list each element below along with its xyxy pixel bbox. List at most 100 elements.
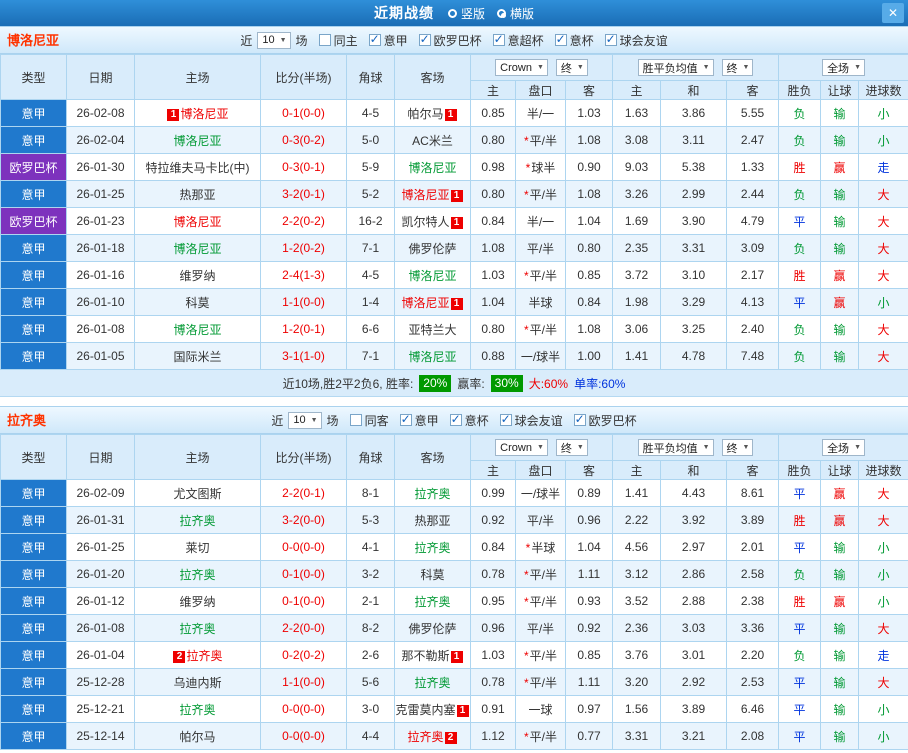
checkbox-icon bbox=[368, 33, 381, 46]
close-button[interactable]: ✕ bbox=[882, 3, 904, 23]
col-header-away: 客场 bbox=[394, 434, 471, 480]
filter-checkbox-欧罗巴杯[interactable]: 欧罗巴杯 bbox=[418, 32, 482, 49]
col-header-score: 比分(半场) bbox=[260, 54, 347, 100]
chevron-down-icon: ▼ bbox=[742, 64, 750, 71]
cell-date: 26-02-04 bbox=[66, 126, 135, 154]
cell-home-team: 热那亚 bbox=[134, 180, 261, 208]
filter-checkbox-意超杯[interactable]: 意超杯 bbox=[492, 32, 544, 49]
cell-league: 意甲 bbox=[0, 315, 67, 343]
table-row: 意甲 26-02-08 1 博洛尼亚 0-1(0-0) 4-5 帕尔马 1 0.85 半/一 1.0… bbox=[0, 99, 908, 127]
radio-horizontal-view[interactable]: 横版 bbox=[497, 5, 534, 22]
cell-avg-draw: 3.01 bbox=[660, 641, 728, 669]
filter-checkbox-球会友谊[interactable]: 球会友谊 bbox=[604, 32, 668, 49]
avg-odds-select[interactable]: 胜平负均值 ▼ bbox=[637, 59, 714, 76]
red-card-badge: 2 bbox=[444, 731, 457, 744]
cell-avg-draw: 2.97 bbox=[660, 533, 728, 561]
cell-ah-away: 1.11 bbox=[564, 668, 614, 696]
final-odds-select[interactable]: 终 ▼ bbox=[555, 439, 588, 456]
cell-away-team: 克雷莫内塞 1 bbox=[394, 695, 471, 723]
bookmaker-select[interactable]: Crown ▼ bbox=[495, 59, 548, 76]
cell-avg-home: 2.36 bbox=[612, 614, 662, 642]
cell-date: 26-01-30 bbox=[66, 153, 135, 181]
team-name: 佛罗伦萨 bbox=[408, 241, 457, 256]
cell-avg-draw: 3.86 bbox=[660, 99, 728, 127]
view-toggle: 竖版 横版 bbox=[447, 5, 534, 22]
cell-date: 26-01-20 bbox=[66, 560, 135, 588]
checkbox-icon bbox=[499, 413, 512, 426]
table-row: 意甲 25-12-28 乌迪内斯 1-1(0-0) 5-6 拉齐奥 0.78 *平/半 1.11… bbox=[0, 668, 908, 696]
cell-away-team: 博洛尼亚 bbox=[394, 153, 471, 181]
scope-select[interactable]: 全场 ▼ bbox=[822, 439, 865, 456]
table-row: 意甲 26-01-16 维罗纳 2-4(1-3) 4-5 博洛尼亚 1.03 *平/半 0.85… bbox=[0, 261, 908, 289]
filter-label: 意甲 bbox=[383, 33, 408, 48]
cell-corner: 4-1 bbox=[346, 533, 395, 561]
cell-corner: 16-2 bbox=[346, 207, 395, 235]
final-odds-select[interactable]: 终 ▼ bbox=[555, 59, 588, 76]
cell-league: 意甲 bbox=[0, 587, 67, 615]
avg-odds-select[interactable]: 胜平负均值 ▼ bbox=[637, 439, 714, 456]
filter-checkbox-意杯[interactable]: 意杯 bbox=[449, 412, 489, 429]
cell-handicap-result: 输 bbox=[820, 695, 860, 723]
cell-ah-away: 1.00 bbox=[564, 342, 614, 370]
team-name: 科莫 bbox=[420, 567, 445, 582]
cell-goals-result: 小 bbox=[858, 533, 908, 561]
cell-away-team: 热那亚 bbox=[394, 506, 471, 534]
cell-away-team: 博洛尼亚 bbox=[394, 261, 471, 289]
cell-home-team: 1 博洛尼亚 bbox=[134, 99, 261, 127]
cell-date: 26-01-04 bbox=[66, 641, 135, 669]
cell-away-team: AC米兰 bbox=[394, 126, 471, 154]
cell-date: 26-01-25 bbox=[66, 180, 135, 208]
final-avg-select[interactable]: 终 ▼ bbox=[721, 439, 754, 456]
cell-ah-away: 1.04 bbox=[564, 207, 614, 235]
filter-checkbox-意甲[interactable]: 意甲 bbox=[399, 412, 439, 429]
cell-avg-away: 2.47 bbox=[726, 126, 780, 154]
final-avg-select[interactable]: 终 ▼ bbox=[721, 59, 754, 76]
cell-ah-plate: 一球 bbox=[515, 695, 566, 723]
cell-ah-home: 0.84 bbox=[470, 533, 516, 561]
cell-away-team: 凯尔特人 1 bbox=[394, 207, 471, 235]
col-header-corner: 角球 bbox=[346, 54, 395, 100]
cell-ah-plate: *半球 bbox=[515, 533, 566, 561]
recent-count-select[interactable]: 10 ▼ bbox=[257, 31, 291, 49]
cell-handicap-result: 输 bbox=[820, 560, 860, 588]
recent-count-select[interactable]: 10 ▼ bbox=[288, 411, 322, 429]
cell-result: 负 bbox=[778, 234, 822, 262]
filter-checkbox-同主[interactable]: 同主 bbox=[318, 32, 358, 49]
team-name: 博洛尼亚 bbox=[401, 187, 450, 202]
team-name: 拉齐奥 bbox=[407, 729, 444, 744]
cell-league: 意甲 bbox=[0, 614, 67, 642]
table-row: 意甲 25-12-21 拉齐奥 0-0(0-0) 3-0 克雷莫内塞 1 0.91 一球 0.97… bbox=[0, 695, 908, 723]
team-name: 热那亚 bbox=[179, 187, 216, 202]
cell-ah-away: 0.77 bbox=[564, 722, 614, 750]
cell-home-team: 拉齐奥 bbox=[134, 506, 261, 534]
filter-checkbox-球会友谊[interactable]: 球会友谊 bbox=[499, 412, 563, 429]
col-header-type: 类型 bbox=[0, 54, 67, 100]
red-card-badge: 1 bbox=[450, 216, 463, 229]
cell-league: 意甲 bbox=[0, 342, 67, 370]
cell-avg-away: 3.36 bbox=[726, 614, 780, 642]
team-name: 热那亚 bbox=[414, 513, 451, 528]
scope-select[interactable]: 全场 ▼ bbox=[822, 59, 865, 76]
team-name: 那不勒斯 bbox=[401, 648, 450, 663]
col-header-ah-away: 客 bbox=[564, 460, 614, 480]
filter-checkbox-意甲[interactable]: 意甲 bbox=[368, 32, 408, 49]
plate-text: 平/半 bbox=[526, 513, 555, 528]
filter-label: 意超杯 bbox=[507, 33, 544, 48]
cell-ah-plate: 平/半 bbox=[515, 506, 566, 534]
plate-text: 平/半 bbox=[529, 187, 557, 202]
filter-checkbox-同客[interactable]: 同客 bbox=[349, 412, 389, 429]
plate-text: 平/半 bbox=[529, 322, 557, 337]
col-header-eu-home: 主 bbox=[612, 80, 662, 100]
plate-text: 半球 bbox=[531, 540, 556, 555]
cell-ah-away: 1.04 bbox=[564, 533, 614, 561]
bookmaker-select[interactable]: Crown ▼ bbox=[495, 439, 548, 456]
cell-avg-home: 3.20 bbox=[612, 668, 662, 696]
filter-checkbox-欧罗巴杯[interactable]: 欧罗巴杯 bbox=[573, 412, 637, 429]
team-name: 帕尔马 bbox=[407, 106, 444, 121]
cell-home-team: 博洛尼亚 bbox=[134, 126, 261, 154]
cell-avg-home: 2.35 bbox=[612, 234, 662, 262]
avg-odds-select-value: 胜平负均值 bbox=[642, 62, 698, 75]
radio-vertical-view[interactable]: 竖版 bbox=[447, 5, 485, 22]
filter-checkbox-意杯[interactable]: 意杯 bbox=[554, 32, 594, 49]
table-row: 意甲 26-01-10 科莫 1-1(0-0) 1-4 博洛尼亚 1 1.04 半球 0.84 1.… bbox=[0, 288, 908, 316]
